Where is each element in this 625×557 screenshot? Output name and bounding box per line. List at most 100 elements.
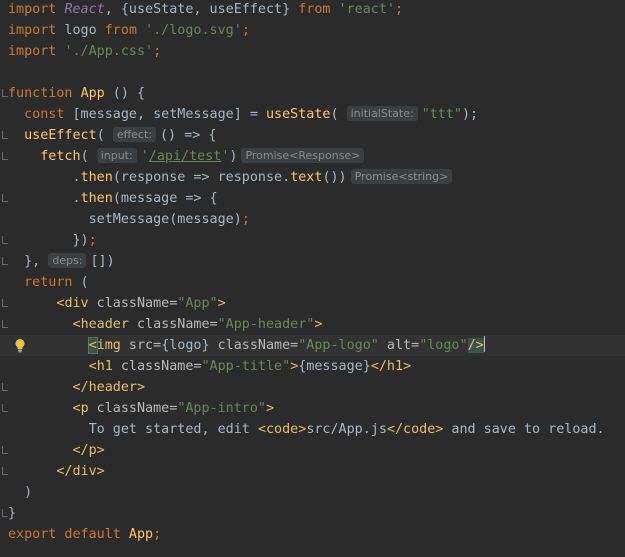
code-line-24[interactable]: ) [0,482,625,503]
jsx-attr: className= [112,359,202,374]
code-text: (message => { [112,191,218,206]
code-text: [message, setMessage] = [64,107,266,122]
keyword: import [8,2,57,17]
string: 'react' [338,2,395,17]
code-line-18[interactable]: <h1 className="App-title">{message}</h1> [0,356,625,377]
code-text: }, [24,254,49,269]
code-editor[interactable]: import React, {useState, useEffect} from… [0,0,625,557]
paren: ( [80,149,89,164]
keyword: import [8,23,57,38]
jsx-tag: div [64,296,89,311]
jsx-close-tag: </p> [72,443,105,458]
jsx-bracket: > [217,296,226,311]
keyword: default [56,527,121,542]
jsx-text: src/App.js [306,422,387,437]
code-line-14[interactable]: return ( [0,272,625,293]
jsx-tag: h1 [96,359,113,374]
jsx-tag: img [96,338,121,353]
parameter-hint: input: [96,148,137,163]
dot: . [72,170,81,185]
semicolon: ; [241,212,250,227]
code-line-19[interactable]: </header> [0,377,625,398]
url-link[interactable]: /api/test [149,149,222,164]
string: "App-title" [201,359,291,374]
code-text: () { [104,86,146,101]
function-call: useState [265,107,331,122]
semicolon: ; [88,233,97,248]
keyword: export [8,527,57,542]
code-line-8[interactable]: fetch( input: '/api/test') Promise<Respons… [0,146,625,167]
keyword: from [104,23,137,38]
jsx-tag: p [80,401,89,416]
code-line-13[interactable]: }, deps:[]) [0,251,625,272]
code-text: , {useState, useEffect} [104,2,299,17]
code-line-26[interactable]: export default App; [0,524,625,545]
code-line-1[interactable]: import React, {useState, useEffect} from… [0,0,625,20]
identifier: App [120,527,154,542]
semicolon: ; [241,23,250,38]
keyword: return [24,275,73,290]
code-line-3[interactable]: import './App.css'; [0,41,625,62]
jsx-bracket: < [88,359,97,374]
jsx-expression: {message} [298,359,371,374]
jsx-bracket-matched: < [87,337,98,354]
code-line-2[interactable]: import logo from './logo.svg'; [0,20,625,41]
string: "ttt" [421,107,462,122]
function-call: then [80,170,113,185]
code-text: ) [24,485,33,500]
jsx-bracket: > [314,317,323,332]
paren: ( [330,107,339,122]
code-line-6[interactable]: const [message, setMessage] = useState( … [0,104,625,125]
code-text: ); [462,107,479,122]
code-line-11[interactable]: setMessage(message); [0,209,625,230]
code-line-12[interactable]: }); [0,230,625,251]
code-line-20[interactable]: <p className="App-intro"> [0,398,625,419]
jsx-close-tag: </code> [386,422,444,437]
code-line-7[interactable]: useEffect( effect: () => { [0,125,625,146]
jsx-bracket-matched: /> [467,338,484,353]
string: "App" [177,296,218,311]
keyword: function [8,86,73,101]
code-line-10[interactable]: .then(message => { [0,188,625,209]
code-text: ( [72,275,89,290]
keyword: const [24,107,65,122]
code-line-4[interactable] [0,62,625,83]
semicolon: ; [394,2,404,17]
code-line-15[interactable]: <div className="App"> [0,293,625,314]
dot: . [72,191,81,206]
string: "App-intro" [177,401,266,416]
code-line-25[interactable]: } [0,503,625,524]
code-text: ()) [322,170,347,185]
code-line-5[interactable]: function App () { [0,83,625,104]
code-text: []) [90,254,115,269]
jsx-text: and save to reload. [443,422,605,437]
string: "logo" [419,338,468,353]
function-call: text [290,170,323,185]
jsx-expression: {logo} [161,338,210,353]
code-text: (response => response. [112,170,291,185]
code-line-17-current[interactable]: <img src={logo} className="App-logo" alt… [0,335,625,356]
code-line-9[interactable]: .then(response => response.text()) Promis… [0,167,625,188]
text-cursor [483,336,485,352]
code-text: () => { [160,128,217,143]
jsx-tag: header [80,317,129,332]
string: './logo.svg' [145,23,242,38]
code-text: setMessage(message) [88,212,242,227]
jsx-tag: <code> [257,422,307,437]
code-line-21[interactable]: To get started, edit <code>src/App.js</c… [0,419,625,440]
semicolon: ; [153,44,162,59]
function-call: fetch [40,149,81,164]
string: "App-logo" [298,338,379,353]
code-line-22[interactable]: </p> [0,440,625,461]
jsx-bracket: < [72,317,81,332]
keyword: from [298,2,331,17]
jsx-close-tag: </h1> [370,359,412,374]
function-call: useEffect [24,128,97,143]
paren: ) [229,149,238,164]
code-line-23[interactable]: </div> [0,461,625,482]
code-text: logo [56,23,105,38]
code-line-16[interactable]: <header className="App-header"> [0,314,625,335]
string-quote: ' [140,149,149,164]
jsx-close-tag: </div> [56,464,105,479]
parameter-hint: initialState: [346,106,418,121]
